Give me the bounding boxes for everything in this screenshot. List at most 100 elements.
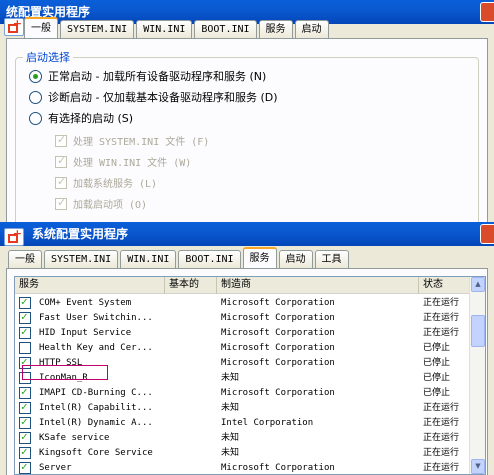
table-row[interactable]: Intel(R) Dynamic A... Intel Corporation 正在…: [15, 415, 471, 431]
startup-selection-label: 启动选择: [23, 49, 73, 65]
tab-boot-ini[interactable]: BOOT.INI: [194, 20, 257, 38]
load-startup-items-checkbox: [55, 196, 67, 210]
status-cell: 已停止: [423, 343, 451, 353]
tab-system-ini[interactable]: SYSTEM.INI: [60, 20, 135, 38]
service-checkbox[interactable]: [19, 385, 31, 399]
top-window: 统配置实用程序 + 一般 SYSTEM.INI WIN.INI BOOT.INI…: [0, 0, 494, 222]
status-cell: 正在运行: [423, 433, 460, 443]
service-name-cell: Health Key and Cer...: [39, 343, 153, 353]
tab-win-ini[interactable]: WIN.INI: [136, 20, 193, 38]
tab-startup[interactable]: 启动: [278, 250, 313, 268]
tab-tools[interactable]: 工具: [314, 250, 349, 268]
scroll-down-arrow-icon[interactable]: ▼: [471, 459, 485, 474]
load-startup-items-option: 加载启动项 (O): [55, 196, 147, 211]
status-cell: 正在运行: [423, 403, 460, 413]
bottom-window-title: 系统配置实用程序: [32, 227, 129, 241]
top-tab-strip: 一般 SYSTEM.INI WIN.INI BOOT.INI 服务 启动: [24, 17, 331, 38]
service-checkbox[interactable]: [19, 460, 31, 474]
table-row[interactable]: KSafe service 未知 正在运行: [15, 430, 471, 446]
status-cell: 正在运行: [423, 418, 460, 428]
manufacturer-cell: Microsoft Corporation: [221, 358, 335, 368]
manufacturer-cell: 未知: [221, 373, 240, 383]
process-system-ini-option: 处理 SYSTEM.INI 文件 (F): [55, 133, 209, 148]
normal-startup-radio[interactable]: [29, 69, 42, 83]
normal-startup-option[interactable]: 正常启动 - 加载所有设备驱动程序和服务 (N): [29, 68, 266, 84]
selective-startup-option[interactable]: 有选择的启动 (S): [29, 110, 133, 126]
service-checkbox[interactable]: [19, 415, 31, 429]
top-close-icon[interactable]: [480, 2, 494, 22]
service-name-cell: Intel(R) Dynamic A...: [39, 418, 153, 428]
status-cell: 已停止: [423, 388, 451, 398]
tab-general[interactable]: 一般: [8, 250, 42, 268]
service-name-cell: Kingsoft Core Service: [39, 448, 153, 458]
service-checkbox[interactable]: [19, 295, 31, 309]
load-system-services-option: 加载系统服务 (L): [55, 175, 157, 190]
service-checkbox[interactable]: [19, 325, 31, 339]
tab-services[interactable]: 服务: [242, 247, 277, 268]
table-row[interactable]: COM+ Event System Microsoft Corporation 正在…: [15, 295, 471, 311]
manufacturer-cell: Microsoft Corporation: [221, 313, 335, 323]
status-cell: 正在运行: [423, 298, 460, 308]
general-tab-page: 启动选择 正常启动 - 加载所有设备驱动程序和服务 (N) 诊断启动 - 仅加载…: [6, 38, 488, 222]
load-startup-items-label: 加载启动项 (O): [73, 200, 148, 211]
column-header-status[interactable]: 状态: [419, 277, 471, 294]
table-row[interactable]: Kingsoft Core Service 未知 正在运行: [15, 445, 471, 461]
service-name-cell: IMAPI CD-Burning C...: [39, 388, 153, 398]
table-row[interactable]: Intel(R) Capabilit... 未知 正在运行: [15, 400, 471, 416]
status-cell: 正在运行: [423, 328, 460, 338]
services-list-header: 服务 基本的 制造商 状态: [15, 277, 485, 294]
normal-startup-label: 正常启动 - 加载所有设备驱动程序和服务 (N): [48, 70, 267, 83]
status-cell: 已停止: [423, 373, 451, 383]
msconfig-app-icon: +: [4, 228, 24, 246]
table-row[interactable]: Health Key and Cer... Microsoft Corporati…: [15, 341, 471, 356]
services-list-scrollbar[interactable]: ▲ ▼: [469, 277, 485, 474]
table-row[interactable]: IMAPI CD-Burning C... Microsoft Corporati…: [15, 385, 471, 401]
manufacturer-cell: Microsoft Corporation: [221, 328, 335, 338]
bottom-close-icon[interactable]: [480, 224, 494, 244]
table-row[interactable]: Server Microsoft Corporation 正在运行: [15, 460, 471, 474]
service-checkbox[interactable]: [19, 445, 31, 459]
bottom-title-bar[interactable]: 系统配置实用程序: [0, 222, 494, 246]
status-cell: 正在运行: [423, 448, 460, 458]
load-system-services-checkbox: [55, 175, 67, 189]
selective-startup-radio[interactable]: [29, 111, 42, 125]
diagnostic-startup-option[interactable]: 诊断启动 - 仅加载基本设备驱动程序和服务 (D): [29, 89, 278, 105]
bottom-window: 系统配置实用程序 + 一般 SYSTEM.INI WIN.INI BOOT.IN…: [0, 222, 494, 475]
manufacturer-cell: 未知: [221, 448, 240, 458]
tab-boot-ini[interactable]: BOOT.INI: [178, 250, 241, 268]
service-checkbox[interactable]: [19, 310, 31, 324]
process-system-ini-checkbox: [55, 133, 67, 147]
service-name-cell: HID Input Service: [39, 328, 132, 338]
status-cell: 已停止: [423, 358, 451, 368]
diagnostic-startup-label: 诊断启动 - 仅加载基本设备驱动程序和服务 (D): [48, 91, 278, 104]
service-name-cell: Intel(R) Capabilit...: [39, 403, 153, 413]
service-checkbox[interactable]: [19, 342, 31, 354]
status-cell: 正在运行: [423, 463, 460, 473]
column-header-service[interactable]: 服务: [15, 277, 165, 294]
tab-system-ini[interactable]: SYSTEM.INI: [44, 250, 119, 268]
table-row[interactable]: HID Input Service Microsoft Corporation 正在…: [15, 325, 471, 341]
status-cell: 正在运行: [423, 313, 460, 323]
iconman-highlight-box: [22, 365, 108, 380]
tab-services[interactable]: 服务: [258, 20, 293, 38]
service-checkbox[interactable]: [19, 400, 31, 414]
diagnostic-startup-radio[interactable]: [29, 90, 42, 104]
tab-general[interactable]: 一般: [24, 17, 58, 38]
manufacturer-cell: Microsoft Corporation: [221, 343, 335, 353]
tab-win-ini[interactable]: WIN.INI: [120, 250, 177, 268]
tab-startup[interactable]: 启动: [294, 20, 329, 38]
process-win-ini-checkbox: [55, 154, 67, 168]
scroll-up-arrow-icon[interactable]: ▲: [471, 277, 485, 292]
process-system-ini-label: 处理 SYSTEM.INI 文件 (F): [73, 137, 210, 148]
scroll-thumb[interactable]: [471, 315, 485, 347]
table-row[interactable]: Fast User Switchin... Microsoft Corporati…: [15, 310, 471, 326]
load-system-services-label: 加载系统服务 (L): [73, 179, 158, 190]
manufacturer-cell: 未知: [221, 433, 240, 443]
column-header-manufacturer[interactable]: 制造商: [217, 277, 419, 294]
service-checkbox[interactable]: [19, 430, 31, 444]
msconfig-app-icon: +: [4, 18, 24, 36]
service-name-cell: Fast User Switchin...: [39, 313, 153, 323]
manufacturer-cell: Microsoft Corporation: [221, 388, 335, 398]
column-header-essential[interactable]: 基本的: [165, 277, 217, 294]
process-win-ini-option: 处理 WIN.INI 文件 (W): [55, 154, 191, 169]
